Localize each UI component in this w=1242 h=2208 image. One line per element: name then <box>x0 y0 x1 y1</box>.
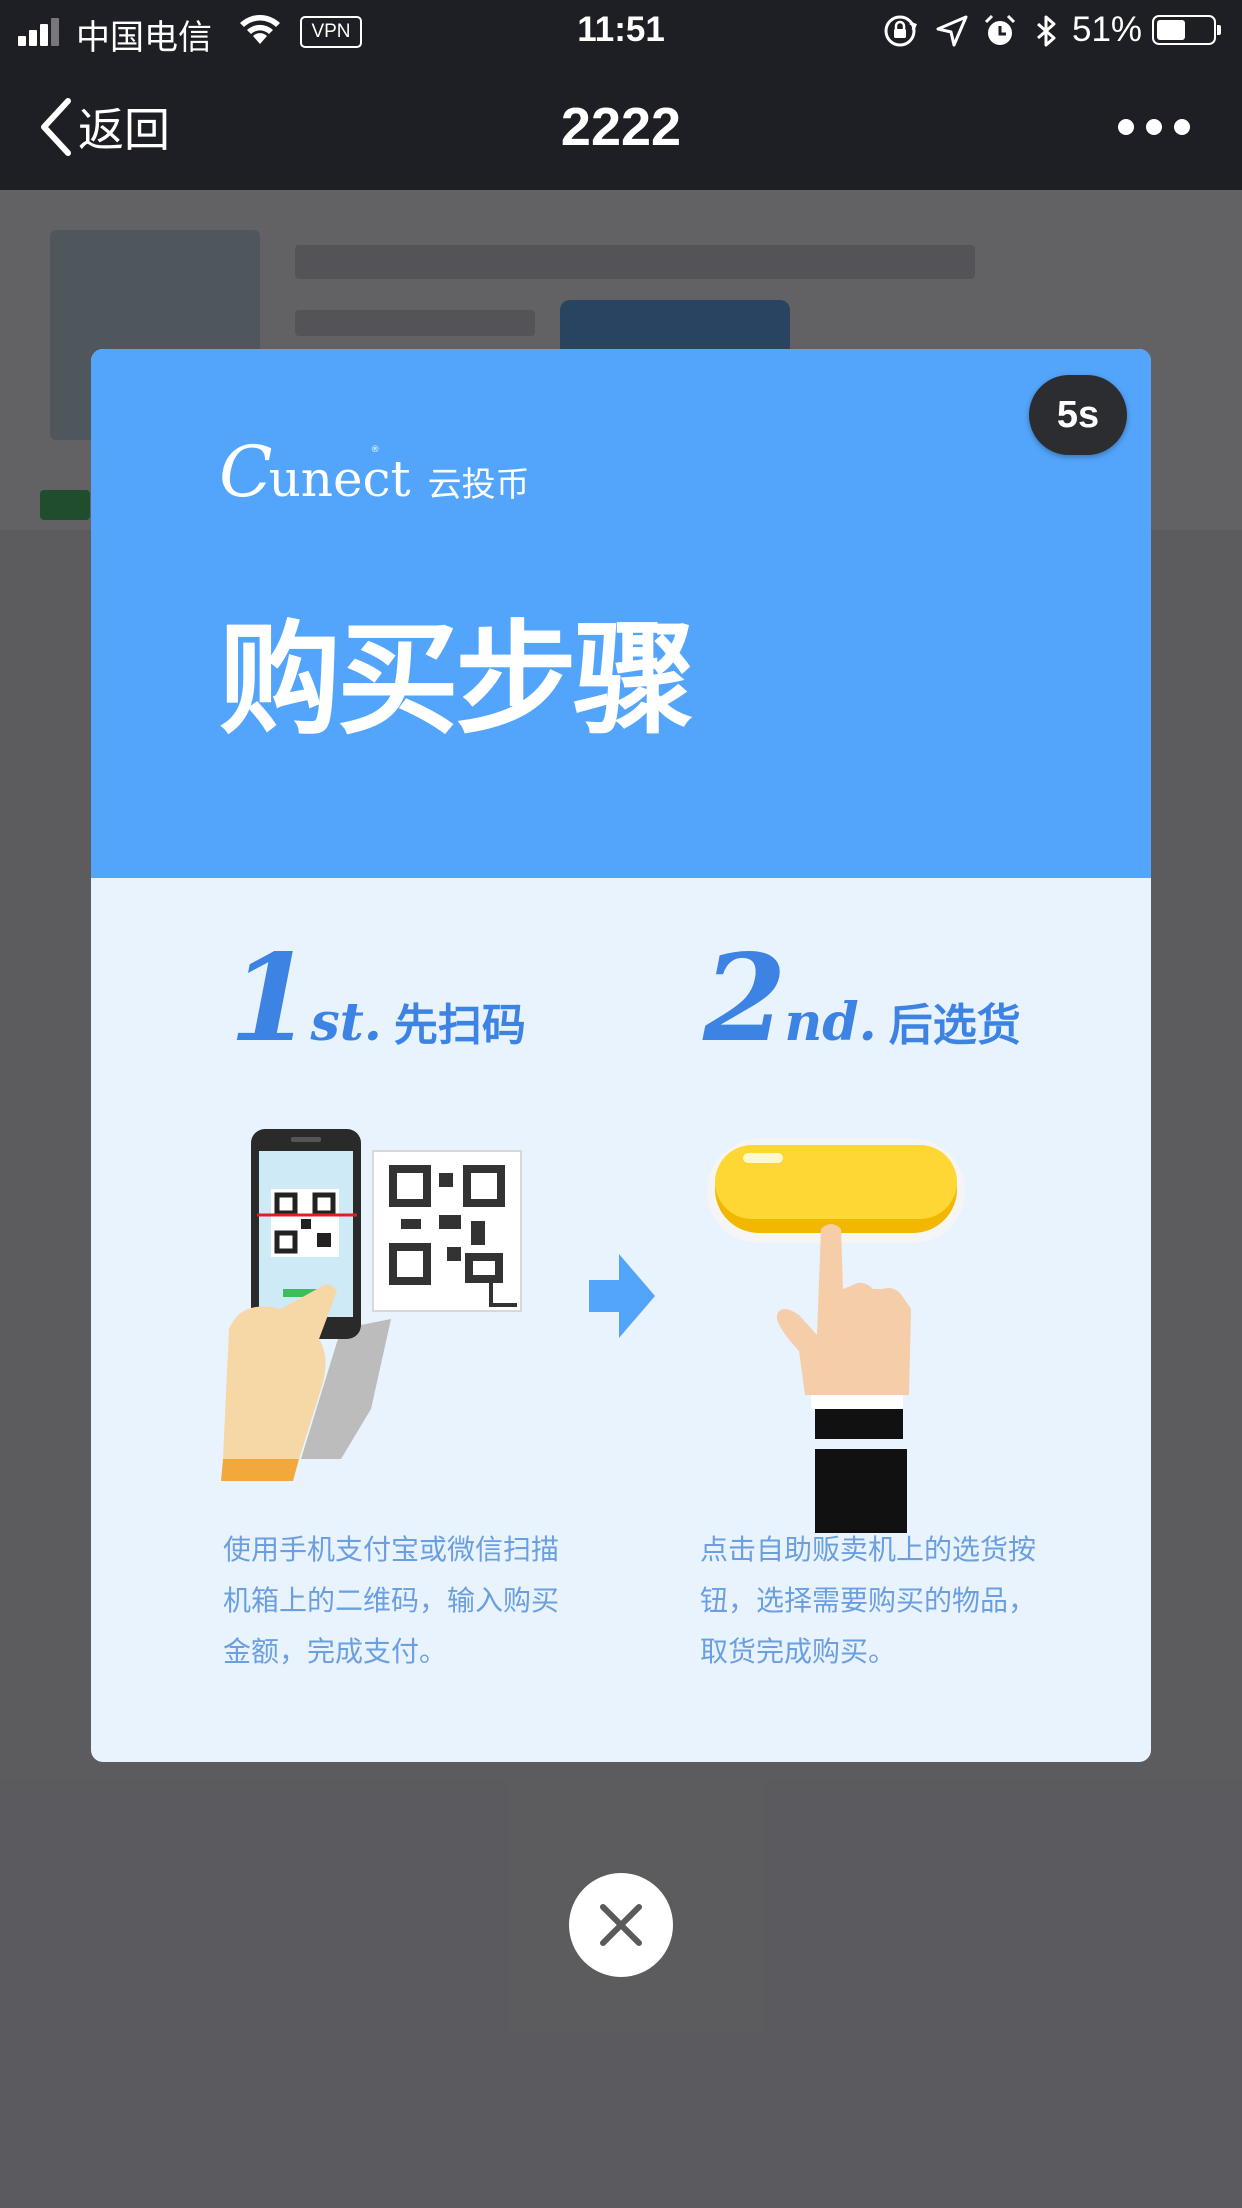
step-1-description: 使用手机支付宝或微信扫描机箱上的二维码，输入购买金额，完成支付。 <box>223 1533 560 1668</box>
countdown-badge[interactable]: 5s <box>1029 375 1127 455</box>
battery-nub <box>1217 25 1221 35</box>
purchase-steps-modal: C unect ® 云投币 购买步骤 5s 1 st. 先扫码 2 nd. 后选… <box>91 349 1151 1762</box>
brand-logo: C unect ® 云投币 <box>219 437 530 507</box>
battery-percent: 51% <box>1072 10 1143 49</box>
step-2-suffix: nd. <box>784 992 877 1053</box>
status-bar: 中国电信 VPN 11:51 51% <box>0 0 1242 62</box>
qr-code-icon <box>372 1150 522 1312</box>
step-1-heading: 1 st. 先扫码 <box>229 939 526 1059</box>
close-button[interactable] <box>569 1873 673 1977</box>
sleeve-icon <box>815 1449 907 1533</box>
battery-fill <box>1157 20 1185 40</box>
scan-qr-illustration <box>221 1129 522 1481</box>
brand-word: unect <box>268 450 411 508</box>
modal-header: C unect ® 云投币 购买步骤 <box>91 349 1151 878</box>
step-2-description: 点击自助贩卖机上的选货按钮，选择需要购买的物品，取货完成购买。 <box>700 1533 1037 1668</box>
step-1-number: 1 <box>229 928 312 1069</box>
press-button-illustration <box>707 1139 965 1439</box>
arrow-right-icon <box>589 1254 655 1338</box>
step-2-heading: 2 nd. 后选货 <box>703 939 1021 1059</box>
more-icon[interactable] <box>1118 114 1190 140</box>
brand-registered-mark: ® <box>370 445 380 455</box>
alarm-icon <box>984 14 1016 45</box>
battery-icon <box>1152 15 1221 45</box>
step-1-name: 先扫码 <box>393 1000 526 1051</box>
location-icon <box>936 15 968 47</box>
brand-chinese-name: 云投币 <box>427 465 530 505</box>
nav-bar: 返回 2222 <box>0 62 1242 190</box>
step-1-suffix: st. <box>310 992 382 1053</box>
modal-title: 购买步骤 <box>219 609 695 751</box>
step-2-name: 后选货 <box>888 1000 1021 1051</box>
orientation-lock-icon <box>884 15 917 47</box>
bluetooth-icon <box>1037 15 1056 47</box>
close-icon <box>600 1904 642 1946</box>
step-2-number: 2 <box>703 928 786 1069</box>
brand-mark: C <box>219 431 273 513</box>
page-title: 2222 <box>560 97 682 157</box>
pointing-hand-icon <box>776 1224 911 1439</box>
